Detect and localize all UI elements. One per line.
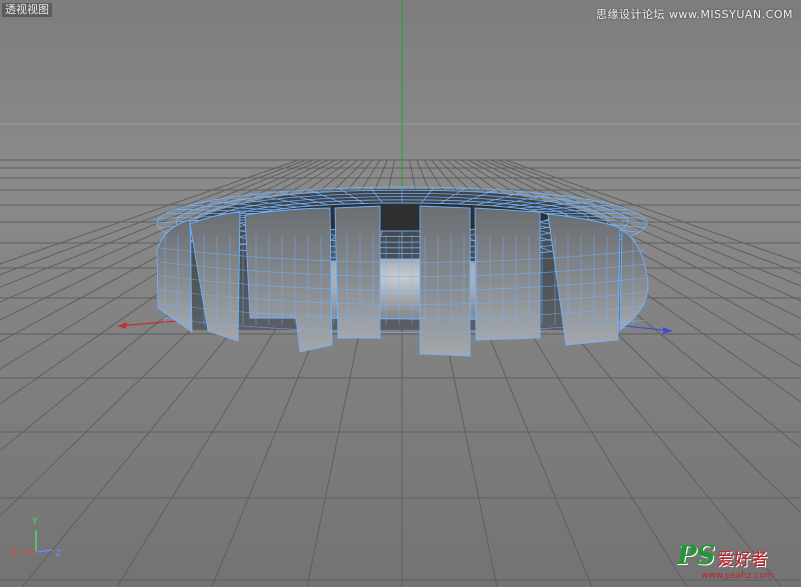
gizmo-x-label: X bbox=[10, 548, 17, 558]
watermark-brand: 爱好者 bbox=[717, 550, 768, 570]
x-axis-arrow bbox=[118, 322, 127, 329]
site-watermark-bottom: PS 爱好者 www.psahz.com bbox=[677, 541, 795, 583]
gizmo-y-label: Y bbox=[32, 517, 38, 527]
watermark-url: www.psahz.com bbox=[701, 571, 774, 581]
z-axis-arrow bbox=[663, 327, 672, 334]
torus-side-panel bbox=[474, 207, 541, 341]
watermark-logo: PS bbox=[677, 541, 716, 571]
scene-canvas[interactable] bbox=[0, 0, 801, 587]
viewport-title[interactable]: 透视视图 bbox=[2, 3, 52, 17]
torus-side-panel bbox=[419, 205, 471, 357]
site-watermark-top: 思缘设计论坛 www.MISSYUAN.COM bbox=[595, 8, 793, 21]
perspective-viewport[interactable]: 透视视图 思缘设计论坛 www.MISSYUAN.COM Y X Z PS 爱好… bbox=[0, 0, 801, 587]
gizmo-z-label: Z bbox=[55, 549, 62, 559]
